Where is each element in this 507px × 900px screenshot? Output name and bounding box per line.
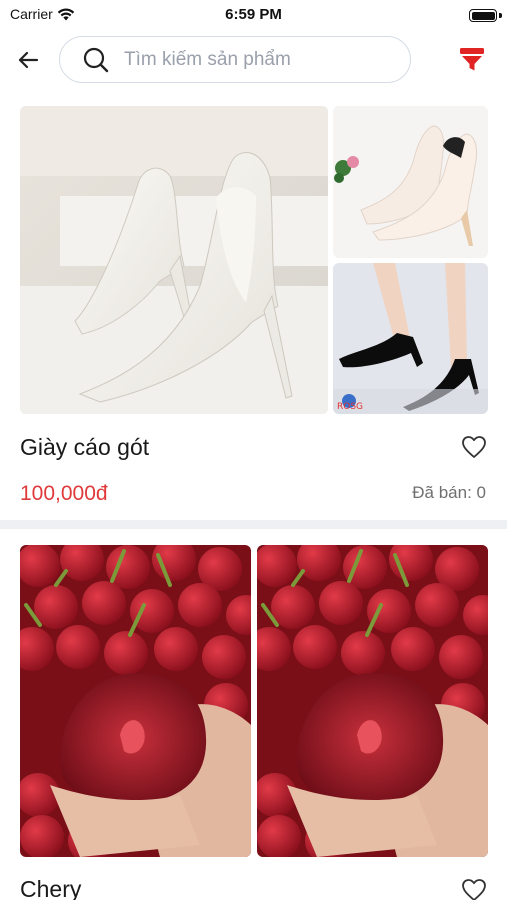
filter-button[interactable]	[456, 43, 488, 75]
filter-funnel-icon	[460, 48, 484, 71]
search-header	[0, 30, 507, 90]
arrow-left-icon	[18, 51, 39, 69]
favorite-button[interactable]	[460, 876, 488, 900]
heart-outline-icon	[462, 879, 486, 900]
product-name[interactable]: Giày cáo gót	[20, 434, 149, 461]
battery-icon	[469, 9, 497, 22]
heart-outline-icon	[462, 436, 486, 458]
status-time: 6:59 PM	[225, 6, 282, 23]
search-input[interactable]	[124, 48, 384, 71]
search-icon	[82, 46, 110, 74]
back-button[interactable]	[12, 44, 44, 76]
battery-level	[471, 11, 495, 20]
product-name[interactable]: Chery	[20, 876, 81, 900]
search-bar[interactable]	[59, 36, 411, 83]
battery-cap	[499, 13, 502, 18]
product-sold-count: Đã bán: 0	[412, 483, 486, 502]
product-image-thumb-2[interactable]: ROSG	[333, 263, 488, 414]
section-divider	[0, 520, 507, 529]
product-image-main[interactable]	[20, 106, 328, 414]
favorite-button[interactable]	[460, 433, 488, 461]
product-price: 100,000đ	[20, 482, 108, 505]
product-image-thumb-1[interactable]	[257, 545, 488, 857]
product-image-thumb-1[interactable]	[333, 106, 488, 258]
svg-text:ROSG: ROSG	[337, 402, 363, 412]
status-bar: Carrier 6:59 PM	[0, 0, 507, 30]
product-image-main[interactable]	[20, 545, 251, 857]
